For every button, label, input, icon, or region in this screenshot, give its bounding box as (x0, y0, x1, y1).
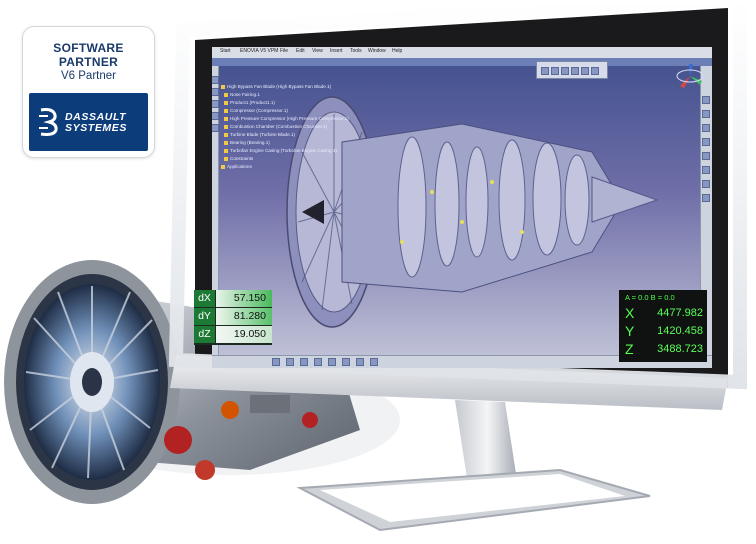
tool-button[interactable] (212, 112, 219, 120)
part-icon (224, 92, 228, 97)
tree-item[interactable]: High Pressure Compressor (High Pressure … (224, 116, 349, 121)
delta-label: dY (194, 308, 215, 325)
delta-row-z: dZ 19.050 (194, 326, 272, 344)
delta-row-x: dX 57.150 (194, 290, 272, 308)
part-icon (224, 140, 228, 145)
delta-value: 81.280 (216, 308, 272, 325)
coord-value: 4477.982 (657, 307, 703, 319)
coord-label: Y (625, 323, 635, 339)
tool-button[interactable] (591, 67, 599, 75)
tool-button[interactable] (212, 124, 219, 132)
menu-help[interactable]: Help (392, 48, 402, 54)
delta-readout-panel: dX 57.150 dY 81.280 dZ 19.050 (194, 290, 272, 345)
coordinate-readout-panel: A = 0.0 B = 0.0 X 4477.982 Y 1420.458 Z … (619, 290, 707, 362)
engine-3d-model (286, 96, 659, 328)
delta-label: dX (194, 290, 215, 307)
tool-button[interactable] (702, 138, 710, 146)
tool-button[interactable] (702, 166, 710, 174)
coord-value: 3488.723 (657, 343, 703, 355)
tree-item[interactable]: Product1 (Product1.1) (224, 100, 275, 105)
tool-button[interactable] (272, 358, 280, 366)
tool-button[interactable] (551, 67, 559, 75)
compass-icon[interactable] (674, 61, 706, 91)
tool-button[interactable] (702, 124, 710, 132)
tool-button[interactable] (212, 88, 219, 96)
delta-label: dZ (194, 326, 215, 343)
menu-file[interactable]: File (280, 48, 288, 54)
coord-row-y: Y 1420.458 (619, 322, 707, 340)
part-icon (224, 148, 228, 153)
tool-button[interactable] (702, 110, 710, 118)
tool-button[interactable] (328, 358, 336, 366)
tool-button[interactable] (561, 67, 569, 75)
menu-start[interactable]: Start (220, 48, 231, 54)
tool-button[interactable] (702, 194, 710, 202)
menu-edit[interactable]: Edit (296, 48, 305, 54)
part-icon (224, 124, 228, 129)
coord-label: X (625, 305, 635, 321)
part-icon (224, 108, 228, 113)
tree-item[interactable]: Compressor (Compressor.1) (224, 108, 288, 113)
menu-tools[interactable]: Tools (350, 48, 362, 54)
delta-value: 19.050 (216, 326, 272, 343)
angle-readout: A = 0.0 B = 0.0 (625, 293, 675, 302)
part-icon (224, 100, 228, 105)
tree-item[interactable]: Combustion Chamber (Combustion Chamber.1… (224, 124, 327, 129)
floating-toolbar (536, 61, 608, 79)
document-title-bar (212, 58, 712, 66)
tree-item[interactable]: Bearing (Bearing.1) (224, 140, 270, 145)
constraints-icon (224, 156, 228, 161)
tree-item[interactable]: Applications (221, 164, 252, 169)
tool-button[interactable] (342, 358, 350, 366)
tree-item[interactable]: Constraints (224, 156, 253, 161)
tool-button[interactable] (581, 67, 589, 75)
tool-button[interactable] (212, 100, 219, 108)
tool-button[interactable] (300, 358, 308, 366)
part-icon (224, 132, 228, 137)
coord-value: 1420.458 (657, 325, 703, 337)
tree-item[interactable]: Nose Fairing.1 (224, 92, 260, 97)
menu-enovia[interactable]: ENOVIA V5 VPM (240, 48, 278, 54)
tree-item[interactable]: High Bypass Fan Blade (High Bypass Fan B… (221, 84, 331, 89)
applications-icon (221, 164, 225, 169)
tool-button[interactable] (286, 358, 294, 366)
part-icon (224, 116, 228, 121)
menu-window[interactable]: Window (368, 48, 386, 54)
delta-row-y: dY 81.280 (194, 308, 272, 326)
tool-button[interactable] (314, 358, 322, 366)
menu-insert[interactable]: Insert (330, 48, 343, 54)
tool-button[interactable] (356, 358, 364, 366)
menu-view[interactable]: View (312, 48, 323, 54)
tool-button[interactable] (702, 180, 710, 188)
tool-button[interactable] (702, 152, 710, 160)
tool-button[interactable] (212, 76, 219, 84)
coord-row-x: X 4477.982 (619, 304, 707, 322)
tree-item[interactable]: Turbine Blade (Turbine Blade.1) (224, 132, 295, 137)
coord-row-z: Z 3488.723 (619, 340, 707, 358)
delta-value: 57.150 (216, 290, 272, 307)
part-icon (221, 84, 225, 89)
coord-label: Z (625, 341, 634, 357)
tool-button[interactable] (571, 67, 579, 75)
tool-button[interactable] (370, 358, 378, 366)
tree-item[interactable]: Turbofan Engine Casing (Turbofan Engine … (224, 148, 337, 153)
tool-button[interactable] (702, 96, 710, 104)
tool-button[interactable] (541, 67, 549, 75)
